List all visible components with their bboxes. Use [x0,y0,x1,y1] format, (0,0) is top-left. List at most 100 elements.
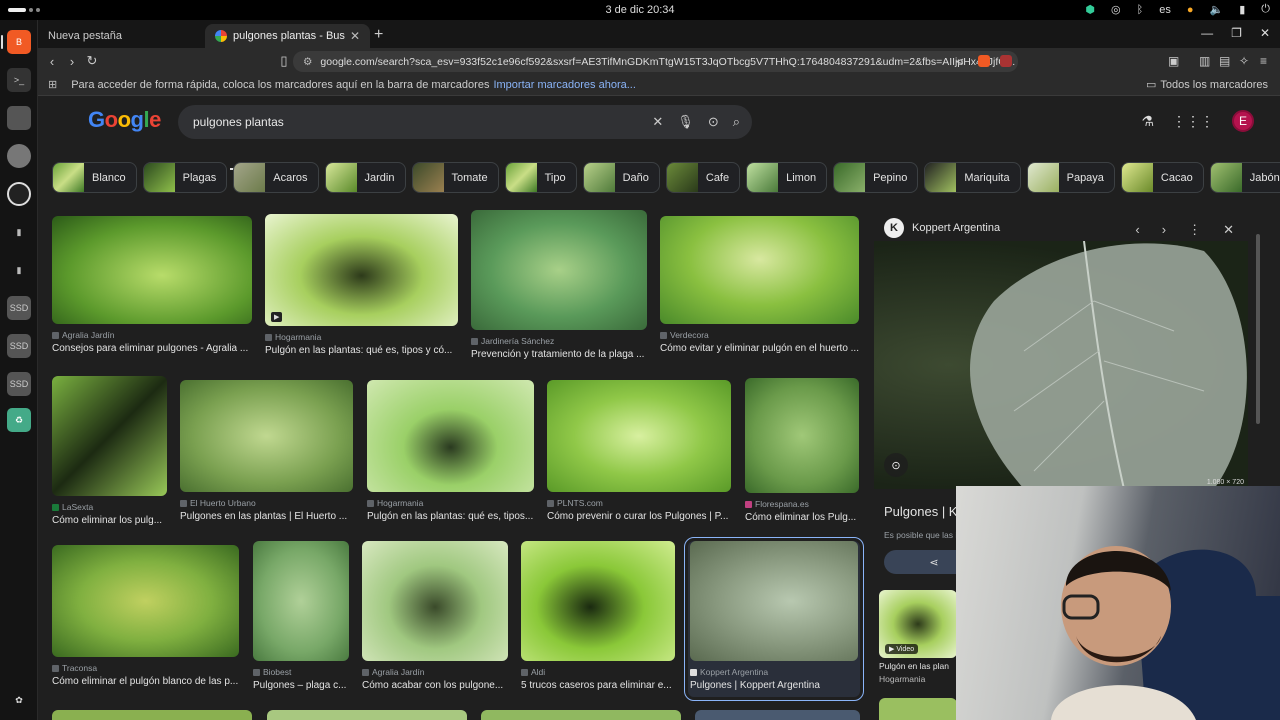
close-tab-icon[interactable]: ✕ [350,29,360,43]
more-options-icon[interactable]: ⋮ [1188,222,1201,238]
panel-title[interactable]: Pulgones | Ko [884,504,965,519]
files-icon[interactable] [7,106,31,130]
all-bookmarks-button[interactable]: ▭ Todos los marcadores [1146,78,1268,92]
ai-icon[interactable]: ✧ [1239,54,1249,68]
search-box[interactable]: pulgones plantas ✕ 🎙 ⊙ ⌕ [178,105,752,139]
lens-icon[interactable]: ⊙ [708,114,719,130]
result-title[interactable]: Pulgones en las plantas | El Huerto ... [180,511,353,522]
volume-icon[interactable]: 🔈 [1210,3,1224,16]
result-image[interactable] [521,541,675,661]
result-title[interactable]: Pulgón en las plantas: qué es, tipos y c… [265,345,458,356]
search-input[interactable]: pulgones plantas [193,115,284,129]
google-apps-icon[interactable]: ⋮⋮⋮ [1172,113,1214,130]
tab-search[interactable]: pulgones plantas - Buscar ✕ [205,24,370,48]
forward-icon[interactable]: › [62,54,82,69]
related-title[interactable]: Pulgón en las plan [879,661,957,671]
brave-icon[interactable]: B [7,30,31,54]
reload-icon[interactable]: ↻ [82,53,102,69]
chip-cafe[interactable]: Cafe [665,162,741,193]
chip-mariquita[interactable]: Mariquita [924,162,1021,193]
shield-icon[interactable]: ⬢ [1085,3,1095,16]
back-icon[interactable]: ‹ [42,54,62,69]
ssd-icon[interactable]: SSD [7,296,31,320]
result-image[interactable] [690,541,858,661]
related-image[interactable] [879,698,957,720]
battery-icon[interactable]: ▮ [1239,3,1245,16]
result-card[interactable]: PLNTS.com Cómo prevenir o curar los Pulg… [547,380,731,522]
result-image[interactable] [52,216,252,324]
result-image[interactable] [52,376,167,496]
result-image[interactable] [660,216,859,324]
search-icon[interactable]: ⌕ [733,114,740,130]
bookmark-icon[interactable]: ▯ [274,53,294,69]
ssd-icon-3[interactable]: SSD [7,372,31,396]
usb-drive-icon-2[interactable]: ▮ [7,258,31,282]
result-title[interactable]: Cómo evitar y eliminar pulgón en el huer… [660,343,859,354]
selected-result-card[interactable]: Koppert Argentina Pulgones | Koppert Arg… [684,537,864,701]
clock[interactable]: 3 de dic 20:34 [605,4,674,16]
result-title[interactable]: Consejos para eliminar pulgones - Agrali… [52,343,252,354]
result-card[interactable]: Agralia Jardín Consejos para eliminar pu… [52,216,252,354]
result-card[interactable]: Agralia Jardín Cómo acabar con los pulgo… [362,541,508,691]
labs-icon[interactable]: ⚗ [1141,113,1154,130]
chip-pepino[interactable]: Pepino [833,162,919,193]
avatar[interactable]: E [1232,110,1254,132]
chip-blanco[interactable]: Blanco [52,162,137,193]
address-bar[interactable]: ⚙ google.com/search?sca_esv=933f52c1e96c… [293,51,1018,72]
result-title[interactable]: Pulgones – plaga c... [253,680,349,691]
menu-icon[interactable]: ≡ [1260,54,1267,68]
result-image[interactable] [362,541,508,661]
google-logo[interactable]: Google [88,107,161,133]
extensions-icon[interactable]: ▣ [1168,54,1179,68]
panel-brand[interactable]: Koppert Argentina [912,222,1000,234]
tab-new[interactable]: Nueva pestaña [38,24,203,48]
result-image[interactable] [52,545,239,657]
power-icon[interactable]: ⏻ [1261,3,1270,16]
chip-limon[interactable]: Limon [746,162,828,193]
chip-tomate[interactable]: Tomate [411,162,499,193]
result-title[interactable]: Pulgones | Koppert Argentina [690,680,858,691]
wallet-icon[interactable]: ▤ [1219,54,1230,68]
chip-tipo[interactable]: Tipo [504,162,577,193]
chip-jabon-potasico[interactable]: Jabón potásico [1209,162,1280,193]
result-image[interactable] [180,380,353,492]
minimize-icon[interactable]: — [1201,26,1213,40]
result-card[interactable]: Traconsa Cómo eliminar el pulgón blanco … [52,545,239,687]
database-icon[interactable] [7,144,31,168]
koppert-logo[interactable]: K [884,218,904,238]
app-grid-icon[interactable]: ✿ [7,688,31,712]
ssd-icon-2[interactable]: SSD [7,334,31,358]
result-card[interactable]: ▶ Hogarmania Pulgón en las plantas: qué … [265,214,458,356]
chip-cacao[interactable]: Cacao [1120,162,1204,193]
result-title[interactable]: 5 trucos caseros para eliminar e... [521,680,675,691]
result-title[interactable]: Cómo prevenir o curar los Pulgones | P..… [547,511,731,522]
chip-acaros[interactable]: Acaros [233,162,319,193]
bluetooth-icon[interactable]: ᛒ [1137,4,1144,16]
result-card[interactable]: Aldi 5 trucos caseros para eliminar e... [521,541,675,691]
usb-drive-icon[interactable]: ▮ [7,220,31,244]
rewards-icon[interactable] [1000,55,1012,67]
new-tab-icon[interactable]: + [374,26,383,44]
trash-icon[interactable]: ♻ [7,408,31,432]
terminal-icon[interactable]: >_ [7,68,31,92]
result-image[interactable] [471,210,647,330]
result-title[interactable]: Cómo eliminar el pulgón blanco de las p.… [52,676,239,687]
sidebar-icon[interactable]: ▥ [1199,54,1210,68]
result-title[interactable]: Cómo eliminar los Pulg... [745,512,859,523]
restore-icon[interactable]: ❐ [1231,26,1242,40]
chip-jardin[interactable]: Jardin [324,162,406,193]
result-image[interactable] [253,541,349,661]
panel-scrollbar[interactable] [1256,234,1260,424]
result-card[interactable]: El Huerto Urbano Pulgones en las plantas… [180,380,353,522]
share-icon[interactable]: ⋖ [955,55,964,68]
close-window-icon[interactable]: ✕ [1260,26,1270,40]
clear-icon[interactable]: ✕ [652,114,663,130]
result-card[interactable]: Florespana.es Cómo eliminar los Pulg... [745,378,859,523]
network-icon[interactable]: ◎ [1111,3,1121,16]
result-image[interactable]: ▶ [265,214,458,326]
related-image[interactable]: ▶ Video [879,590,957,658]
preview-image[interactable]: ⊙ 1.080 × 720 [874,241,1248,489]
language-indicator[interactable]: es [1159,4,1171,16]
result-title[interactable]: Cómo acabar con los pulgone... [362,680,508,691]
result-image[interactable] [745,378,859,493]
